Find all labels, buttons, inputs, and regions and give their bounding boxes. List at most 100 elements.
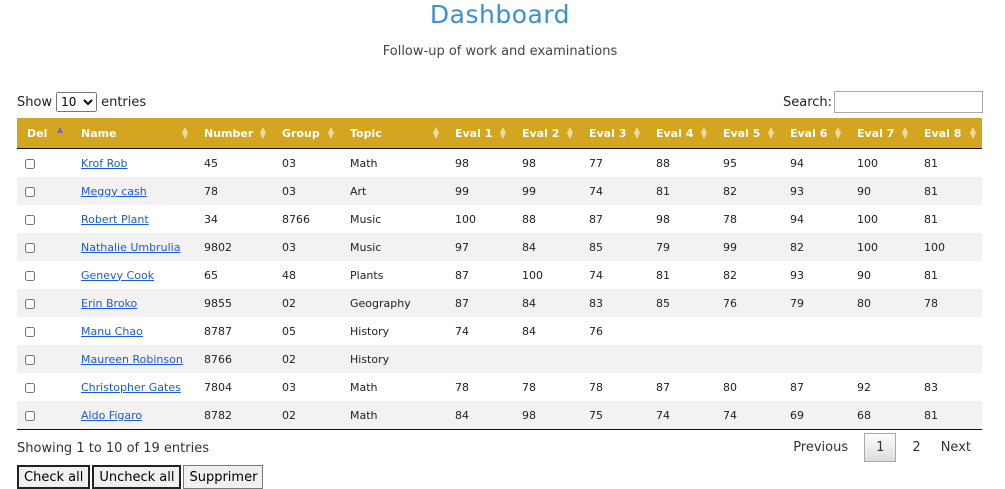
row-select-checkbox[interactable] — [25, 158, 35, 169]
sort-asc-icon: ▲ — [57, 125, 64, 134]
name-cell: Maureen Robinson — [71, 345, 194, 373]
row-select-checkbox[interactable] — [25, 270, 35, 281]
previous-button[interactable]: Previous — [783, 433, 858, 462]
column-header-label: Eval 8 — [924, 126, 962, 140]
eval-3-cell: 77 — [579, 148, 646, 177]
table-row: Maureen Robinson 8766 02 History — [17, 345, 982, 373]
number-cell: 78 — [194, 177, 272, 205]
next-button[interactable]: Next — [931, 433, 981, 462]
eval-1-cell: 98 — [445, 148, 512, 177]
row-select-checkbox[interactable] — [25, 382, 35, 393]
student-name-link[interactable]: Meggy cash — [81, 185, 147, 198]
group-cell: 05 — [272, 317, 340, 345]
page-1-button[interactable]: 1 — [864, 433, 897, 462]
name-cell: Genevy Cook — [71, 261, 194, 289]
column-header-number[interactable]: Number ▲ ▼ — [194, 118, 272, 149]
column-header-eval-2[interactable]: Eval 2 ▲ ▼ — [512, 118, 579, 149]
column-header-eval-5[interactable]: Eval 5 ▲ ▼ — [713, 118, 780, 149]
group-cell: 03 — [272, 373, 340, 401]
row-select-checkbox[interactable] — [25, 326, 35, 337]
eval-4-cell: 74 — [646, 401, 713, 430]
eval-5-cell: 74 — [713, 401, 780, 430]
student-name-link[interactable]: Genevy Cook — [81, 269, 154, 282]
pagination: Previous 1 2 Next — [783, 433, 981, 462]
eval-1-cell: 99 — [445, 177, 512, 205]
column-header-topic[interactable]: Topic ▲ ▼ — [340, 118, 445, 149]
eval-1-cell: 97 — [445, 233, 512, 261]
row-select-checkbox[interactable] — [25, 410, 35, 421]
student-name-link[interactable]: Krof Rob — [81, 157, 127, 170]
row-select-checkbox[interactable] — [25, 214, 35, 225]
column-header-eval-7[interactable]: Eval 7 ▲ ▼ — [847, 118, 914, 149]
column-header-eval-4[interactable]: Eval 4 ▲ ▼ — [646, 118, 713, 149]
student-name-link[interactable]: Maureen Robinson — [81, 353, 183, 366]
eval-2-cell: 98 — [512, 148, 579, 177]
table-row: Erin Broko 9855 02 Geography 87 84 83 85 76 79 80 7… — [17, 289, 982, 317]
eval-6-cell: 79 — [780, 289, 847, 317]
page-2-button[interactable]: 2 — [902, 433, 930, 462]
search-input[interactable] — [834, 91, 984, 113]
student-name-link[interactable]: Nathalie Umbrulia — [81, 241, 180, 254]
row-select-checkbox[interactable] — [25, 354, 35, 365]
column-header-name[interactable]: Name ▲ ▼ — [71, 118, 194, 149]
delete-cell — [17, 177, 71, 205]
eval-6-cell: 93 — [780, 261, 847, 289]
table-row: Aldo Figaro 8782 02 Math 84 98 75 74 74 69 68 81 — [17, 401, 982, 430]
eval-7-cell: 80 — [847, 289, 914, 317]
column-header-eval-8[interactable]: Eval 8 ▲ ▼ — [914, 118, 982, 149]
number-cell: 45 — [194, 148, 272, 177]
student-name-link[interactable]: Robert Plant — [81, 213, 149, 226]
uncheck-all-button[interactable]: Uncheck all — [92, 465, 182, 489]
topic-cell: Music — [340, 233, 445, 261]
check-all-button[interactable]: Check all — [17, 465, 91, 489]
number-cell: 34 — [194, 205, 272, 233]
student-name-link[interactable]: Manu Chao — [81, 325, 143, 338]
column-header-eval-1[interactable]: Eval 1 ▲ ▼ — [445, 118, 512, 149]
sort-both-icon: ▲ ▼ — [633, 125, 640, 140]
table-row: Genevy Cook 65 48 Plants 87 100 74 81 82 93 90 81 — [17, 261, 982, 289]
row-select-checkbox[interactable] — [25, 242, 35, 253]
eval-4-cell: 81 — [646, 261, 713, 289]
table-row: Manu Chao 8787 05 History 74 84 76 — [17, 317, 982, 345]
eval-5-cell — [713, 345, 780, 373]
topic-cell: Math — [340, 401, 445, 430]
eval-3-cell — [579, 345, 646, 373]
eval-8-cell: 83 — [914, 373, 982, 401]
table-row: Meggy cash 78 03 Art 99 99 74 81 82 93 90 81 — [17, 177, 982, 205]
student-name-link[interactable]: Christopher Gates — [81, 381, 181, 394]
eval-6-cell: 69 — [780, 401, 847, 430]
student-name-link[interactable]: Erin Broko — [81, 297, 137, 310]
sort-both-icon: ▲ ▼ — [432, 125, 439, 140]
column-header-del[interactable]: Del ▲ — [17, 118, 71, 149]
column-header-label: Eval 7 — [857, 126, 895, 140]
eval-7-cell — [847, 345, 914, 373]
eval-6-cell — [780, 317, 847, 345]
column-header-label: Del — [27, 126, 48, 140]
name-cell: Nathalie Umbrulia — [71, 233, 194, 261]
eval-7-cell: 68 — [847, 401, 914, 430]
eval-8-cell: 81 — [914, 261, 982, 289]
entries-select[interactable]: 10 — [56, 92, 98, 112]
student-name-link[interactable]: Aldo Figaro — [81, 409, 142, 422]
eval-7-cell: 100 — [847, 148, 914, 177]
eval-2-cell: 88 — [512, 205, 579, 233]
table-row: Krof Rob 45 03 Math 98 98 77 88 95 94 100 81 — [17, 148, 982, 177]
delete-cell — [17, 345, 71, 373]
eval-4-cell: 88 — [646, 148, 713, 177]
column-header-eval-3[interactable]: Eval 3 ▲ ▼ — [579, 118, 646, 149]
show-label: Show — [17, 94, 53, 110]
delete-button[interactable]: Supprimer — [183, 465, 264, 489]
row-select-checkbox[interactable] — [25, 298, 35, 309]
eval-7-cell: 90 — [847, 261, 914, 289]
row-select-checkbox[interactable] — [25, 186, 35, 197]
entries-label: entries — [101, 94, 147, 110]
eval-8-cell: 81 — [914, 401, 982, 430]
number-cell: 8766 — [194, 345, 272, 373]
eval-1-cell: 100 — [445, 205, 512, 233]
sort-both-icon: ▲ ▼ — [259, 125, 266, 140]
column-header-group[interactable]: Group ▲ ▼ — [272, 118, 340, 149]
column-header-label: Name — [81, 126, 117, 140]
group-cell: 8766 — [272, 205, 340, 233]
delete-cell — [17, 261, 71, 289]
column-header-eval-6[interactable]: Eval 6 ▲ ▼ — [780, 118, 847, 149]
